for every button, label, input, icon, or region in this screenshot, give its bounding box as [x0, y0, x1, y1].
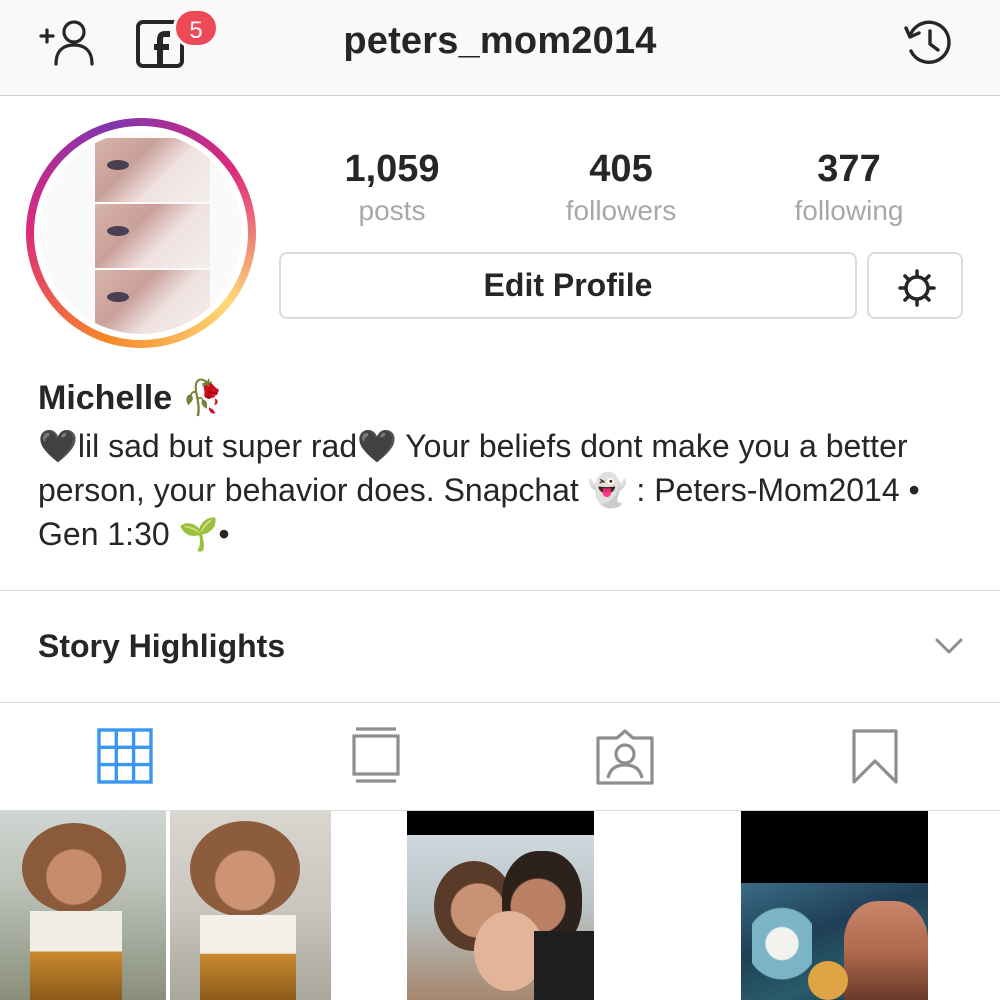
- following-count: 377: [817, 148, 881, 190]
- feed-icon[interactable]: [352, 726, 400, 784]
- display-name: Michelle 🥀: [38, 379, 224, 417]
- avatar-photo-tile: [95, 138, 210, 202]
- divider: [0, 590, 1000, 591]
- edit-profile-button[interactable]: Edit Profile: [279, 252, 857, 319]
- top-bar: 5 peters_mom2014: [0, 0, 1000, 96]
- post-thumbnail[interactable]: [0, 811, 331, 1000]
- chevron-down-icon[interactable]: [934, 636, 964, 656]
- post-photo-detail: [200, 915, 296, 1000]
- avatar-border: [34, 126, 248, 340]
- followers-stat[interactable]: 405 followers: [521, 148, 721, 227]
- gear-icon: [898, 269, 936, 307]
- page-title: peters_mom2014: [343, 20, 657, 62]
- post-photo-detail: [30, 911, 122, 1000]
- posts-count: 1,059: [344, 148, 440, 190]
- story-highlights-title[interactable]: Story Highlights: [38, 628, 285, 665]
- following-label: following: [794, 195, 904, 226]
- avatar-photo-tile: [95, 204, 210, 268]
- post-thumbnail[interactable]: [334, 811, 665, 1000]
- post-photo-detail: [22, 823, 126, 913]
- bio-text: 🖤lil sad but super rad🖤 Your beliefs don…: [38, 428, 920, 552]
- post-photo-detail: [844, 901, 928, 1000]
- post-photo-detail: [752, 906, 812, 1000]
- followers-label: followers: [565, 195, 677, 226]
- post-photo-detail: [808, 961, 848, 1000]
- avatar-image: [40, 132, 242, 334]
- bookmark-icon[interactable]: [851, 728, 899, 786]
- post-thumbnail[interactable]: [668, 811, 999, 1000]
- post-photo-detail: [190, 821, 300, 917]
- tagged-icon[interactable]: [595, 728, 655, 786]
- grid-icon[interactable]: [97, 728, 153, 784]
- posts-stat[interactable]: 1,059 posts: [292, 148, 492, 227]
- posts-label: posts: [358, 195, 426, 226]
- post-photo-detail: [534, 931, 594, 1000]
- avatar-photo-tile: [95, 270, 210, 334]
- post-letterbox: [741, 811, 928, 883]
- following-stat[interactable]: 377 following: [749, 148, 949, 227]
- followers-count: 405: [589, 148, 653, 190]
- avatar[interactable]: [26, 118, 256, 348]
- history-icon[interactable]: [902, 18, 956, 68]
- options-button[interactable]: [867, 252, 963, 319]
- divider: [0, 702, 1000, 703]
- post-letterbox: [407, 811, 594, 835]
